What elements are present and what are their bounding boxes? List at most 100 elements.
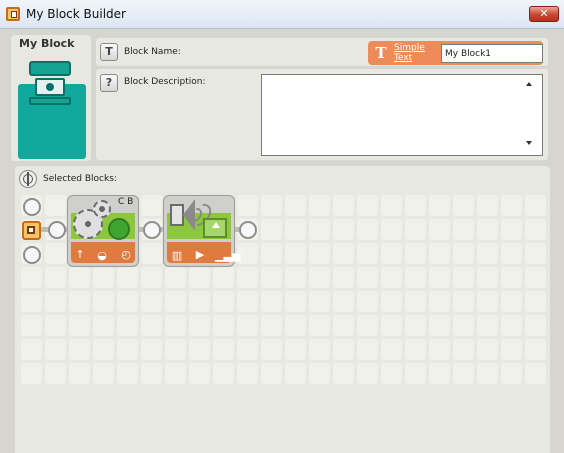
grid-cell: [405, 339, 426, 360]
grid-cell: [429, 363, 450, 384]
grid-cell: [69, 267, 90, 288]
grid-cell: [357, 243, 378, 264]
grid-cell: [381, 363, 402, 384]
grid-cell: [429, 339, 450, 360]
grid-cell: [453, 339, 474, 360]
sequence-port-top[interactable]: [23, 198, 41, 216]
grid-cell: [381, 195, 402, 216]
grid-cell: [501, 339, 522, 360]
grid-cell: [261, 315, 282, 336]
sequence-port-bottom[interactable]: [23, 246, 41, 264]
grid-cell: [501, 291, 522, 312]
grid-cell: [261, 243, 282, 264]
grid-cell: [525, 363, 546, 384]
grid-cell: [141, 195, 162, 216]
grid-cell: [429, 291, 450, 312]
grid-cell: [165, 315, 186, 336]
grid-cell: [381, 243, 402, 264]
grid-cell: [93, 291, 114, 312]
grid-cell: [453, 195, 474, 216]
name-tag-icon: T: [100, 43, 118, 61]
sequence-port-1[interactable]: [48, 221, 66, 239]
grid-cell: [261, 363, 282, 384]
grid-cell: [69, 315, 90, 336]
grid-cell: [357, 291, 378, 312]
grid-cell: [405, 219, 426, 240]
grid-cell: [261, 339, 282, 360]
grid-cell: [261, 219, 282, 240]
power-icon: [108, 218, 130, 240]
grid-cell: [189, 291, 210, 312]
grid-cell: [453, 315, 474, 336]
start-point-icon[interactable]: [22, 221, 41, 240]
grid-cell: [333, 291, 354, 312]
grid-cell: [501, 267, 522, 288]
grid-cell: [309, 363, 330, 384]
grid-cell: [165, 291, 186, 312]
grid-cell: [429, 195, 450, 216]
grid-cell: [333, 339, 354, 360]
block-name-label: Block Name:: [124, 47, 181, 57]
grid-cell: [333, 243, 354, 264]
grid-cell: [237, 195, 258, 216]
question-icon[interactable]: ?: [100, 74, 118, 92]
grid-cell: [141, 315, 162, 336]
sequence-port-2[interactable]: [143, 221, 161, 239]
grid-cell: [501, 243, 522, 264]
block-description-field[interactable]: [261, 74, 543, 156]
grid-cell: [141, 243, 162, 264]
grid-cell: [333, 315, 354, 336]
grid-cell: [525, 291, 546, 312]
grid-cell: [525, 339, 546, 360]
my-block-icon[interactable]: [29, 61, 71, 105]
grid-cell: [285, 219, 306, 240]
grid-cell: [405, 363, 426, 384]
grid-cell: [477, 339, 498, 360]
grid-cell: [477, 291, 498, 312]
grid-cell: [213, 339, 234, 360]
grid-cell: [213, 267, 234, 288]
title-bar: My Block Builder ✕: [0, 0, 564, 29]
block-name-input[interactable]: [441, 44, 543, 63]
grid-cell: [237, 363, 258, 384]
close-button[interactable]: ✕: [529, 6, 559, 22]
grid-cell: [405, 243, 426, 264]
grid-cell: [525, 195, 546, 216]
grid-cell: [429, 315, 450, 336]
grid-cell: [21, 267, 42, 288]
grid-cell: [21, 291, 42, 312]
grid-cell: [381, 267, 402, 288]
grid-cell: [477, 267, 498, 288]
grid-cell: [357, 195, 378, 216]
grid-cell: [141, 363, 162, 384]
grid-cell: [453, 363, 474, 384]
grid-cell: [285, 195, 306, 216]
scroll-down-arrow-icon[interactable]: [526, 141, 532, 145]
speed-icon: ◒: [97, 249, 107, 262]
grid-cell: [333, 195, 354, 216]
grid-cell: [45, 363, 66, 384]
grid-cell: [117, 315, 138, 336]
grid-cell: [45, 315, 66, 336]
grid-cell: [45, 243, 66, 264]
grid-cell: [69, 291, 90, 312]
grid-cell: [429, 243, 450, 264]
grid-cell: [141, 291, 162, 312]
grid-cell: [405, 267, 426, 288]
grid-cell: [117, 267, 138, 288]
grid-cell: [453, 267, 474, 288]
grid-cell: [477, 315, 498, 336]
grid-cell: [93, 339, 114, 360]
simple-text-link[interactable]: Simple Text: [394, 43, 436, 63]
grid-cell: [333, 219, 354, 240]
grid-cell: [45, 195, 66, 216]
scroll-up-arrow-icon[interactable]: [526, 82, 532, 86]
small-gear-icon: [93, 200, 111, 218]
sequence-port-3[interactable]: [239, 221, 257, 239]
grid-cell: [525, 267, 546, 288]
grid-cell: [45, 291, 66, 312]
grid-cell: [213, 363, 234, 384]
grid-cell: [165, 339, 186, 360]
grid-cell: [309, 243, 330, 264]
play-icon: ▶: [195, 248, 205, 261]
